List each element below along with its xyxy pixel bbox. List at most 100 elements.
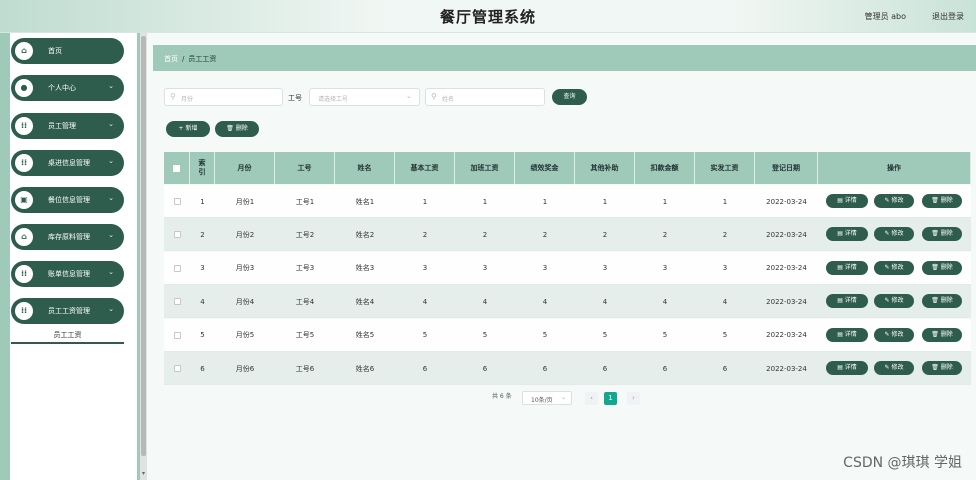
row-checkbox-cell — [164, 319, 190, 352]
logout-link[interactable]: 退出登录 — [932, 11, 964, 22]
prev-page-button[interactable]: ‹ — [585, 392, 598, 405]
edit-button[interactable]: ✎ 修改 — [874, 327, 914, 342]
table-cell: 姓名1 — [355, 197, 375, 206]
column-header[interactable]: 其他补助 — [575, 152, 635, 184]
chevron-down-icon: ⌄ — [108, 82, 114, 90]
row-checkbox[interactable] — [173, 331, 181, 339]
breadcrumb-current: 员工工资 — [188, 55, 217, 63]
table-cell: 月份5 — [235, 331, 255, 340]
table-cell: 1 — [662, 197, 668, 206]
delete-button[interactable]: 🗑 删除 — [922, 327, 962, 342]
detail-button[interactable]: ▤ 详情 — [826, 194, 868, 208]
detail-icon: ▤ — [837, 197, 845, 204]
edit-button[interactable]: ✎ 修改 — [874, 361, 914, 375]
name-search-input[interactable]: ⚲ 姓名 — [425, 88, 545, 106]
table-cell: 6 — [482, 364, 488, 373]
table-cell: 姓名3 — [355, 264, 375, 273]
row-checkbox[interactable] — [173, 298, 181, 306]
search-icon: ⚲ — [170, 92, 176, 101]
scrollbar-thumb[interactable] — [141, 36, 146, 456]
delete-button[interactable]: 🗑 删除 — [922, 294, 962, 309]
table-cell: 2022-03-24 — [766, 230, 807, 239]
breadcrumb-bar — [153, 45, 976, 71]
table-cell: 5 — [482, 331, 488, 340]
batch-delete-button[interactable]: 🗑 删除 — [215, 121, 259, 137]
chevron-down-icon: ⌄ — [108, 194, 114, 202]
row-checkbox[interactable] — [173, 231, 181, 239]
detail-button[interactable]: ▤ 详情 — [826, 327, 868, 342]
column-header[interactable]: 基本工资 — [395, 152, 455, 184]
month-search-input[interactable]: ⚲ 月份 — [164, 88, 283, 106]
delete-button[interactable]: 🗑 删除 — [922, 361, 962, 375]
sidebar-item-label: 员工工资管理 — [48, 307, 90, 315]
row-checkbox[interactable] — [173, 264, 181, 272]
grid-icon: ⁞⁞ — [15, 117, 33, 135]
edit-label: 修改 — [891, 297, 904, 305]
detail-label: 详情 — [844, 364, 857, 371]
select-all-checkbox[interactable] — [173, 164, 180, 172]
detail-button[interactable]: ▤ 详情 — [826, 361, 868, 375]
table-cell: 月份1 — [235, 197, 255, 206]
column-header[interactable]: 月份 — [215, 152, 275, 184]
breadcrumb-home[interactable]: 首页 — [164, 55, 178, 63]
chevron-down-icon: ⌄ — [108, 305, 114, 313]
column-header[interactable]: 加班工资 — [455, 152, 515, 184]
add-button[interactable]: + 新增 — [166, 121, 210, 137]
edit-button[interactable]: ✎ 修改 — [874, 260, 914, 275]
edit-button[interactable]: ✎ 修改 — [874, 227, 914, 242]
sidebar-item-4[interactable]: ▣ 餐位信息管理 ⌄ — [11, 187, 124, 213]
table-cell: 姓名2 — [355, 230, 375, 239]
detail-button[interactable]: ▤ 详情 — [826, 227, 868, 242]
table-cell: 6 — [200, 364, 205, 373]
table-cell: 1 — [602, 197, 608, 206]
column-header[interactable]: 登记日期 — [755, 152, 818, 184]
next-page-button[interactable]: › — [627, 392, 640, 405]
delete-button[interactable]: 🗑 删除 — [922, 227, 962, 242]
page-size-select[interactable]: 10条/页 ⌄ — [522, 391, 572, 405]
sidebar-item-0[interactable]: ⌂ 首页 — [11, 38, 124, 64]
table-cell: 1 — [482, 197, 488, 206]
sidebar-item-5[interactable]: ⌂ 库存原料管理 ⌄ — [11, 224, 124, 250]
column-header[interactable]: 工号 — [275, 152, 335, 184]
sidebar-item-7[interactable]: ⁞⁞ 员工工资管理 ⌄ — [11, 298, 124, 324]
delete-button[interactable]: 🗑 删除 — [922, 260, 962, 275]
sidebar-item-label: 餐位信息管理 — [48, 196, 90, 204]
column-header[interactable]: 绩效奖金 — [515, 152, 575, 184]
delete-icon: 🗑 — [931, 263, 941, 271]
delete-label: 删除 — [940, 297, 953, 305]
sidebar-item-1[interactable]: ● 个人中心 ⌄ — [11, 75, 124, 101]
row-checkbox-cell — [164, 218, 190, 251]
sidebar-item-3[interactable]: ⁞⁞ 桌进信息管理 ⌄ — [11, 150, 124, 176]
detail-button[interactable]: ▤ 详情 — [826, 294, 868, 309]
table-cell: 工号3 — [295, 264, 315, 273]
row-checkbox[interactable] — [173, 365, 181, 372]
column-header: 操作 — [818, 152, 971, 184]
detail-icon: ▤ — [837, 364, 845, 371]
query-button[interactable]: 查询 — [552, 89, 587, 105]
watermark-text: CSDN @琪琪 学姐 — [843, 455, 962, 471]
scroll-down-arrow[interactable]: ▾ — [140, 470, 147, 480]
table-cell: 2 — [542, 230, 548, 239]
sidebar-item-label: 员工管理 — [48, 122, 76, 130]
row-checkbox-cell — [164, 352, 190, 385]
column-header[interactable]: 姓名 — [335, 152, 395, 184]
sidebar-subitem-salary[interactable]: 员工工资 — [11, 328, 124, 344]
grid-icon: ⁞⁞ — [15, 265, 33, 283]
row-checkbox[interactable] — [173, 198, 181, 205]
sidebar-item-2[interactable]: ⁞⁞ 员工管理 ⌄ — [11, 113, 124, 139]
sidebar-item-6[interactable]: ⁞⁞ 账单信息管理 ⌄ — [11, 261, 124, 287]
id-select[interactable]: 请选择工号 ⌄ — [309, 88, 420, 106]
edit-button[interactable]: ✎ 修改 — [874, 194, 914, 208]
delete-button[interactable]: 🗑 删除 — [922, 194, 962, 208]
table-cell: 6 — [542, 364, 548, 373]
column-header[interactable]: 实发工资 — [695, 152, 755, 184]
column-header[interactable]: 扣款金额 — [635, 152, 695, 184]
page-1-button[interactable]: 1 — [604, 392, 617, 405]
header: 餐厅管理系统 管理员 abo 退出登录 — [0, 0, 976, 33]
detail-label: 详情 — [844, 330, 857, 338]
chevron-down-icon: ⌄ — [406, 92, 412, 100]
table-cell: 3 — [662, 264, 668, 273]
detail-button[interactable]: ▤ 详情 — [826, 260, 868, 275]
edit-button[interactable]: ✎ 修改 — [874, 294, 914, 309]
column-header[interactable]: 索引 — [190, 152, 215, 184]
